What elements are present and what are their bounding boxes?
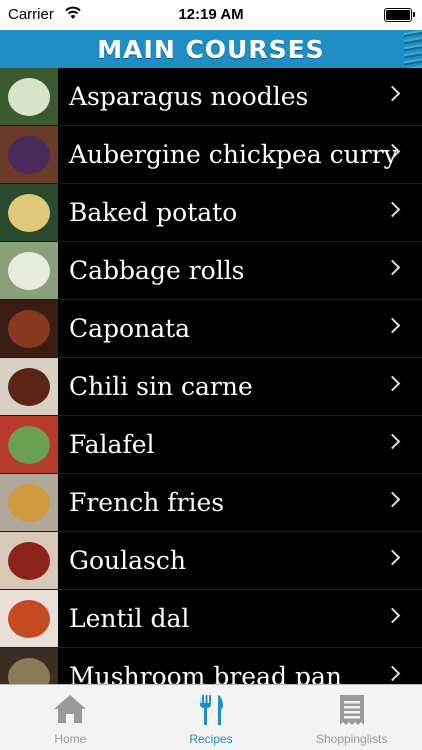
recipe-name: Falafel — [69, 430, 155, 459]
status-time: 12:19 AM — [178, 6, 244, 23]
recipe-name: Chili sin carne — [69, 372, 253, 401]
chevron-right-icon — [384, 201, 401, 218]
recipe-row[interactable]: Caponata — [0, 300, 422, 358]
chevron-right-icon — [384, 491, 401, 508]
nav-header: MAIN COURSES — [0, 30, 422, 68]
tab-recipes[interactable]: Recipes — [141, 685, 282, 750]
recipe-row[interactable]: French fries — [0, 474, 422, 532]
receipt-icon — [339, 695, 364, 725]
recipe-row[interactable]: Falafel — [0, 416, 422, 474]
recipe-name: Cabbage rolls — [69, 256, 245, 285]
recipe-thumbnail — [0, 474, 58, 531]
page-title: MAIN COURSES — [97, 34, 325, 64]
status-bar: Carrier 12:19 AM — [0, 0, 422, 30]
tab-home[interactable]: Home — [0, 685, 141, 750]
recipe-thumbnail — [0, 532, 58, 589]
home-icon — [54, 695, 87, 723]
recipe-name: Aubergine chickpea curry — [69, 140, 398, 169]
tab-shoppinglists[interactable]: Shoppinglists — [281, 685, 422, 750]
tab-bar: Home Recipes Shoppinglists — [0, 684, 422, 750]
recipe-thumbnail — [0, 126, 58, 183]
recipe-thumbnail — [0, 184, 58, 241]
recipe-row[interactable]: Aubergine chickpea curry — [0, 126, 422, 184]
recipe-thumbnail — [0, 590, 58, 647]
recipe-thumbnail — [0, 68, 58, 125]
chevron-right-icon — [384, 85, 401, 102]
recipe-name: Goulasch — [69, 546, 186, 575]
recipe-thumbnail — [0, 416, 58, 473]
recipe-row[interactable]: Chili sin carne — [0, 358, 422, 416]
recipe-thumbnail — [0, 300, 58, 357]
tab-label: Shoppinglists — [315, 732, 388, 746]
recipe-row[interactable]: Cabbage rolls — [0, 242, 422, 300]
recipe-list[interactable]: Asparagus noodles Aubergine chickpea cur… — [0, 68, 422, 684]
chevron-right-icon — [384, 259, 401, 276]
chevron-right-icon — [384, 317, 401, 334]
tab-label: Home — [54, 732, 87, 746]
battery-icon — [384, 8, 415, 22]
chevron-right-icon — [384, 549, 401, 566]
recipe-row[interactable]: Goulasch — [0, 532, 422, 590]
recipe-name: French fries — [69, 488, 225, 517]
recipe-row[interactable]: Asparagus noodles — [0, 68, 422, 126]
recipe-row[interactable]: Mushroom bread pan — [0, 648, 422, 684]
recipe-name: Baked potato — [69, 198, 238, 227]
recipe-name: Caponata — [69, 314, 191, 343]
chevron-right-icon — [384, 433, 401, 450]
tab-label: Recipes — [189, 732, 233, 746]
recipe-name: Mushroom bread pan — [69, 662, 342, 684]
recipe-row[interactable]: Lentil dal — [0, 590, 422, 648]
chevron-right-icon — [384, 665, 401, 682]
recipe-thumbnail — [0, 358, 58, 415]
recipe-thumbnail — [0, 242, 58, 299]
chevron-right-icon — [384, 375, 401, 392]
recipe-row[interactable]: Baked potato — [0, 184, 422, 242]
recipe-name: Asparagus noodles — [69, 82, 309, 111]
chevron-right-icon — [384, 607, 401, 624]
cutlery-icon — [200, 695, 223, 725]
recipe-thumbnail — [0, 648, 58, 684]
brush-decoration — [404, 30, 422, 68]
recipe-name: Lentil dal — [69, 604, 190, 633]
